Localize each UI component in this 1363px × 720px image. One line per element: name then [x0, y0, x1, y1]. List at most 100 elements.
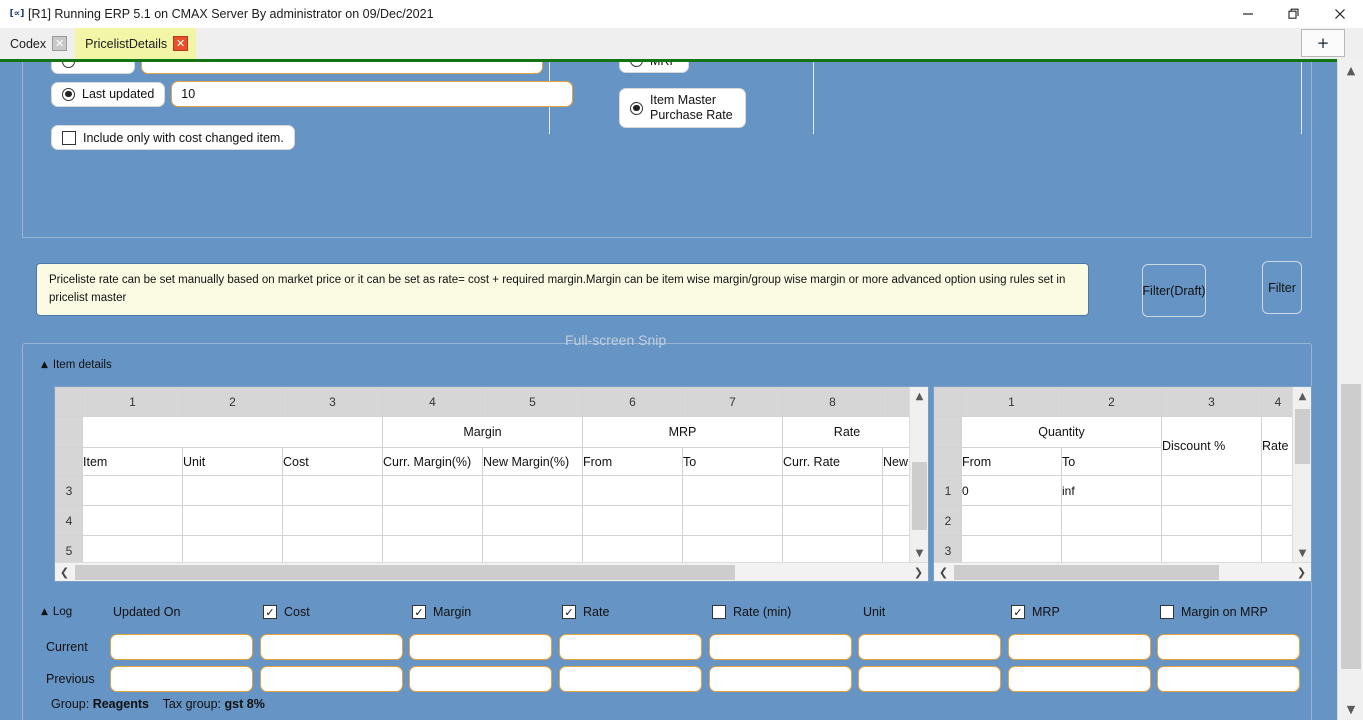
log-checkbox-mrp[interactable]: ✓ MRP — [1011, 605, 1060, 619]
cell-item[interactable] — [82, 475, 183, 506]
col-number-9[interactable] — [882, 387, 912, 417]
item-details-header[interactable]: ▲ Item details — [41, 359, 112, 371]
cell-item[interactable] — [82, 535, 183, 566]
scroll-up-icon[interactable]: ▲ — [910, 387, 928, 405]
col-number-6[interactable]: 6 — [582, 387, 683, 417]
quantity-grid-vscrollbar[interactable]: ▲ ▼ — [1292, 387, 1311, 562]
scroll-down-icon[interactable]: ▼ — [910, 544, 928, 562]
cell-cost[interactable] — [282, 535, 383, 566]
window-scrollbar-thumb[interactable] — [1341, 384, 1361, 669]
cell-mrp-to[interactable] — [682, 505, 783, 536]
cell-discount[interactable] — [1161, 505, 1262, 536]
checkbox-icon[interactable] — [62, 130, 76, 145]
log-checkbox-margin[interactable]: ✓ Margin — [412, 605, 471, 619]
window-scrollbar[interactable]: ▲ ▼ — [1337, 59, 1363, 720]
checkbox-icon[interactable]: ✓ — [1011, 605, 1025, 619]
qty-col-number-1[interactable]: 1 — [961, 387, 1062, 417]
new-tab-button[interactable]: + — [1301, 29, 1345, 57]
radio-icon[interactable] — [62, 62, 75, 68]
cell-mrp-from[interactable] — [582, 535, 683, 566]
row-number[interactable]: 5 — [55, 535, 83, 566]
log-current-rate[interactable] — [559, 634, 702, 660]
tab-pricelistdetails-close-icon[interactable]: ✕ — [173, 36, 189, 51]
cell-mrp-from[interactable] — [582, 475, 683, 506]
include-cost-changed-checkbox[interactable]: Include only with cost changed item. — [51, 125, 295, 150]
cell-qty-rate[interactable] — [1261, 475, 1295, 506]
col-number-3[interactable]: 3 — [282, 387, 383, 417]
col-number-2[interactable]: 2 — [182, 387, 283, 417]
radio-icon[interactable] — [630, 101, 643, 115]
log-checkbox-margin-on-mrp[interactable]: Margin on MRP — [1160, 605, 1268, 619]
table-row[interactable]: 4 — [55, 505, 912, 536]
tab-pricelistdetails[interactable]: PricelistDetails ✕ — [75, 28, 197, 59]
checkbox-icon[interactable]: ✓ — [412, 605, 426, 619]
cell-unit[interactable] — [182, 475, 283, 506]
cell-curr-margin[interactable] — [382, 475, 483, 506]
scroll-up-icon[interactable]: ▲ — [1293, 387, 1311, 405]
checkbox-icon[interactable]: ✓ — [263, 605, 277, 619]
sub-header-qty-rate[interactable]: Rate — [1261, 416, 1295, 476]
cell-qty-to[interactable] — [1061, 505, 1162, 536]
cell-qty-to[interactable] — [1061, 535, 1162, 566]
cell-qty-from[interactable] — [961, 505, 1062, 536]
item-master-rate-radio[interactable]: Item Master Purchase Rate — [619, 88, 746, 128]
cell-new-rate[interactable] — [882, 505, 912, 536]
col-number-5[interactable]: 5 — [482, 387, 583, 417]
cell-new-margin[interactable] — [482, 475, 583, 506]
cell-qty-rate[interactable] — [1261, 535, 1295, 566]
collapse-caret-icon[interactable]: ▲ — [41, 360, 48, 370]
checkbox-icon[interactable] — [712, 605, 726, 619]
cell-curr-rate[interactable] — [782, 535, 883, 566]
cell-qty-rate[interactable] — [1261, 505, 1295, 536]
log-current-unit[interactable] — [858, 634, 1001, 660]
tab-codex-close-icon[interactable]: ✕ — [52, 36, 68, 51]
cell-discount[interactable] — [1161, 535, 1262, 566]
log-previous-cost[interactable] — [260, 666, 403, 692]
cell-unit[interactable] — [182, 505, 283, 536]
last-updated-input[interactable]: 10 — [171, 81, 574, 107]
radio-icon[interactable] — [62, 87, 75, 101]
row-number[interactable]: 4 — [55, 505, 83, 536]
cell-item[interactable] — [82, 505, 183, 536]
log-checkbox-cost[interactable]: ✓ Cost — [263, 605, 310, 619]
scroll-right-icon[interactable]: ❯ — [909, 563, 928, 581]
sub-header-new-margin[interactable]: New Margin(%) — [482, 447, 583, 476]
cell-new-rate[interactable] — [882, 475, 912, 506]
col-number-8[interactable]: 8 — [782, 387, 883, 417]
row-number[interactable]: 1 — [934, 475, 962, 506]
sub-header-item[interactable]: Item — [82, 447, 183, 476]
cell-curr-rate[interactable] — [782, 505, 883, 536]
scroll-left-icon[interactable]: ❮ — [55, 563, 74, 581]
table-row[interactable]: 3 — [934, 535, 1295, 566]
row-number[interactable]: 3 — [55, 475, 83, 506]
cell-mrp-to[interactable] — [682, 475, 783, 506]
sub-header-qty-to[interactable]: To — [1061, 447, 1162, 476]
cell-mrp-to[interactable] — [682, 535, 783, 566]
filter-draft-button[interactable]: Filter(Draft) — [1142, 264, 1206, 317]
filter-clipped-input[interactable] — [140, 62, 543, 74]
log-previous-rate[interactable] — [559, 666, 702, 692]
radio-icon[interactable] — [630, 62, 643, 67]
sub-header-mrp-from[interactable]: From — [582, 447, 683, 476]
minimize-button[interactable] — [1225, 0, 1271, 28]
cell-discount[interactable] — [1161, 475, 1262, 506]
qty-col-number-4[interactable]: 4 — [1261, 387, 1295, 417]
cell-qty-from[interactable]: 0 — [961, 475, 1062, 506]
col-number-7[interactable]: 7 — [682, 387, 783, 417]
cell-new-rate[interactable] — [882, 535, 912, 566]
table-row[interactable]: 1 0 inf — [934, 475, 1295, 506]
cell-curr-margin[interactable] — [382, 535, 483, 566]
log-checkbox-rate[interactable]: ✓ Rate — [562, 605, 609, 619]
col-number-4[interactable]: 4 — [382, 387, 483, 417]
item-grid-vscroll-thumb[interactable] — [912, 462, 927, 530]
col-number-1[interactable]: 1 — [82, 387, 183, 417]
checkbox-icon[interactable]: ✓ — [562, 605, 576, 619]
quantity-grid[interactable]: 1 2 3 4 Quantity Discount % Rate From To — [933, 386, 1312, 582]
quantity-grid-hscrollbar[interactable]: ❮ ❯ — [934, 562, 1311, 581]
table-row[interactable]: 2 — [934, 505, 1295, 536]
sub-header-qty-from[interactable]: From — [961, 447, 1062, 476]
log-header[interactable]: ▲ Log — [41, 606, 72, 618]
log-previous-margin[interactable] — [409, 666, 552, 692]
cell-qty-to[interactable]: inf — [1061, 475, 1162, 506]
qty-col-number-3[interactable]: 3 — [1161, 387, 1262, 417]
